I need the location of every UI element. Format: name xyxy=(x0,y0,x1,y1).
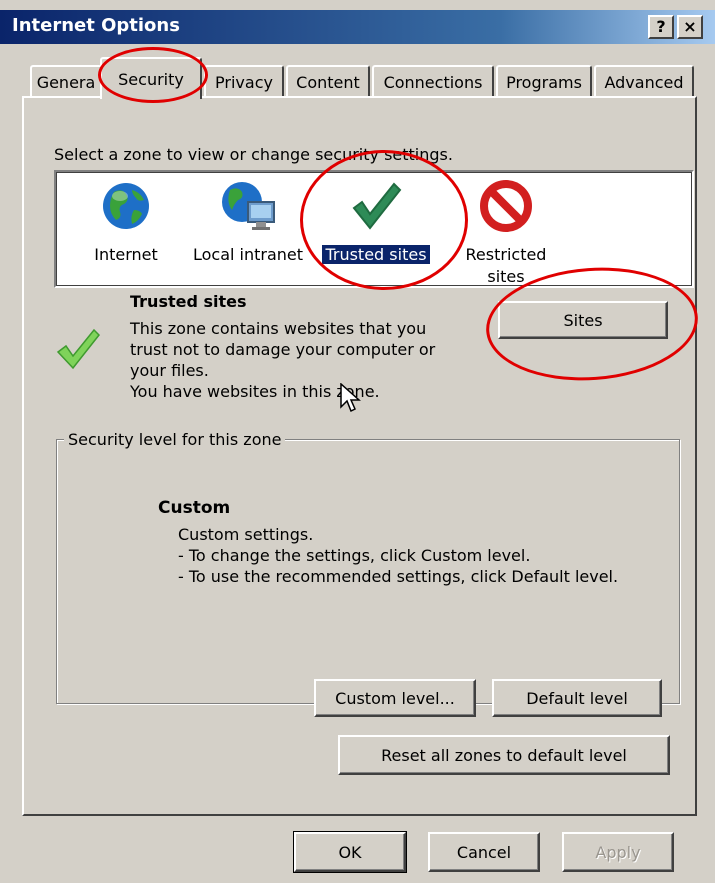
reset-all-zones-button[interactable]: Reset all zones to default level xyxy=(338,735,670,775)
tab-label: Security xyxy=(118,69,184,89)
restricted-icon xyxy=(480,180,532,232)
security-level-description: Custom settings. - To change the setting… xyxy=(178,524,618,587)
mouse-cursor-icon xyxy=(340,382,362,415)
checkmark-icon xyxy=(350,180,402,232)
description-line: This zone contains websites that you xyxy=(130,319,427,338)
zone-label: Internet xyxy=(94,245,158,264)
title-bar[interactable]: Internet Options ? × xyxy=(0,10,715,44)
tab-general[interactable]: Genera xyxy=(30,65,102,97)
security-level-line: - To use the recommended settings, click… xyxy=(178,567,619,586)
security-level-title: Custom xyxy=(158,498,231,518)
cancel-button[interactable]: Cancel xyxy=(428,832,540,872)
tab-connections[interactable]: Connections xyxy=(372,65,494,97)
zone-label-line2: sites xyxy=(487,267,525,286)
zone-list[interactable]: Internet Local intranet Trusted sites Re… xyxy=(54,170,694,288)
help-button[interactable]: ? xyxy=(648,15,674,39)
tab-label: Connections xyxy=(383,72,483,92)
tab-label: Content xyxy=(296,72,360,92)
close-button[interactable]: × xyxy=(677,15,703,39)
zone-label: Restricted xyxy=(465,245,547,264)
zone-label: Local intranet xyxy=(192,245,304,264)
security-level-line: Custom settings. xyxy=(178,525,314,544)
zone-info-checkmark-icon xyxy=(56,326,101,370)
custom-level-button[interactable]: Custom level... xyxy=(314,679,476,717)
zone-trusted-sites[interactable]: Trusted sites xyxy=(318,180,434,266)
globe-icon xyxy=(100,180,152,232)
zone-instruction: Select a zone to view or change security… xyxy=(54,145,453,164)
zone-info-title: Trusted sites xyxy=(130,292,247,311)
tab-label: Programs xyxy=(506,72,582,92)
internet-options-dialog: Internet Options ? × Genera Security Pri… xyxy=(0,0,715,883)
sites-button[interactable]: Sites xyxy=(498,301,668,339)
window-title: Internet Options xyxy=(12,15,180,36)
default-level-button[interactable]: Default level xyxy=(492,679,662,717)
description-line: You have websites in this zone. xyxy=(130,382,380,401)
intranet-icon xyxy=(218,180,278,232)
tab-advanced[interactable]: Advanced xyxy=(594,65,694,97)
tab-label: Advanced xyxy=(604,72,684,92)
tab-content[interactable]: Content xyxy=(286,65,370,97)
tab-label: Privacy xyxy=(215,72,273,92)
zone-internet[interactable]: Internet xyxy=(86,180,166,266)
security-level-group-title: Security level for this zone xyxy=(64,430,286,449)
tab-security[interactable]: Security xyxy=(100,57,202,99)
zone-info-description: This zone contains websites that you tru… xyxy=(130,318,435,402)
zone-label-selected: Trusted sites xyxy=(321,244,431,265)
zone-local-intranet[interactable]: Local intranet xyxy=(188,180,308,266)
apply-button[interactable]: Apply xyxy=(562,832,674,872)
tab-privacy[interactable]: Privacy xyxy=(204,65,284,97)
zone-restricted-sites[interactable]: Restricted sites xyxy=(456,180,556,288)
security-level-line: - To change the settings, click Custom l… xyxy=(178,546,531,565)
tab-programs[interactable]: Programs xyxy=(496,65,592,97)
ok-button[interactable]: OK xyxy=(293,831,407,873)
description-line: your files. xyxy=(130,361,209,380)
description-line: trust not to damage your computer or xyxy=(130,340,436,359)
tab-label: Genera xyxy=(36,72,96,92)
